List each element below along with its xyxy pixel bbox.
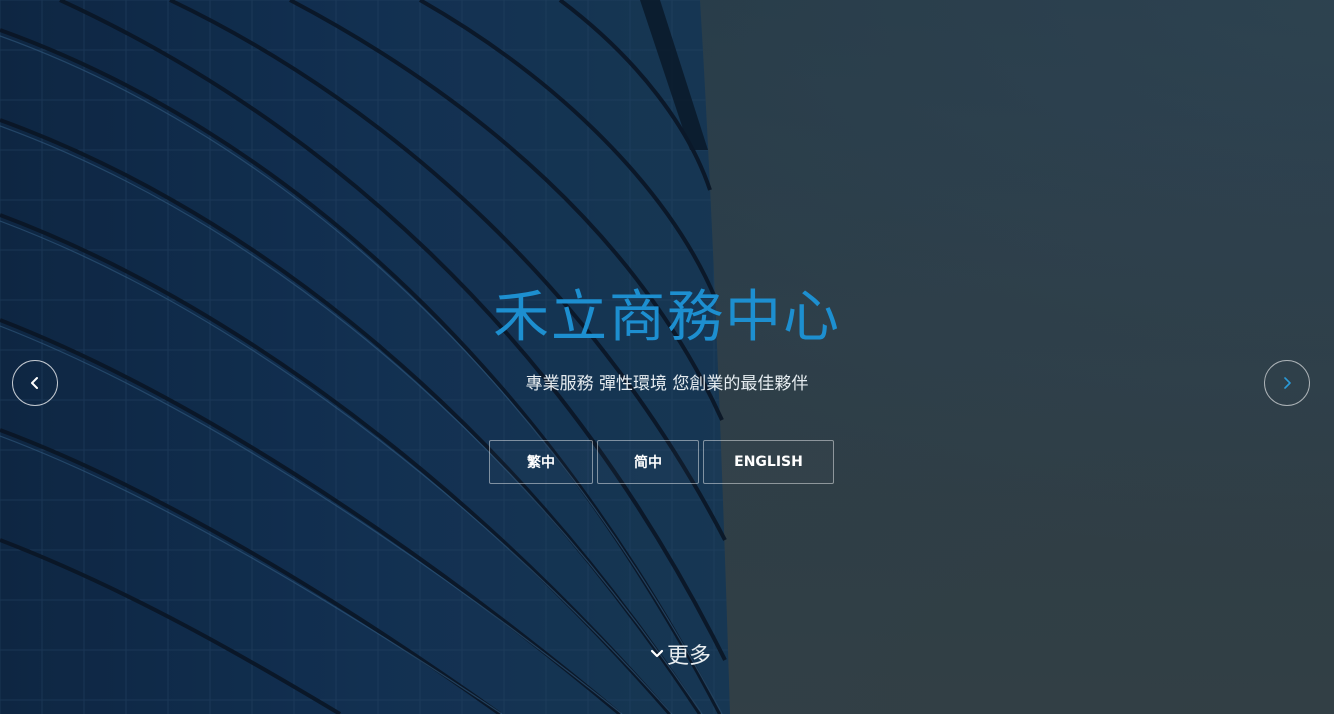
chevron-down-icon [650,649,664,658]
slider-next-button[interactable] [1264,360,1310,406]
slider-prev-button[interactable] [12,360,58,406]
hero-subtitle: 專業服務 彈性環境 您創業的最佳夥伴 [525,374,809,394]
chevron-left-icon [31,377,38,389]
hero-slider: 禾立商務中心 專業服務 彈性環境 您創業的最佳夥伴 繁中 简中 ENGLISH … [0,0,1334,714]
chevron-right-icon [1284,377,1291,389]
page-title: 禾立商務中心 [493,285,841,350]
language-selector: 繁中 简中 ENGLISH [489,440,834,484]
more-label: 更多 [667,644,712,669]
language-button-english[interactable]: ENGLISH [703,440,834,484]
language-button-simplified-chinese[interactable]: 简中 [597,440,699,484]
language-button-traditional-chinese[interactable]: 繁中 [489,440,593,484]
dark-overlay [0,0,1334,714]
scroll-more-link[interactable]: 更多 [649,638,711,670]
